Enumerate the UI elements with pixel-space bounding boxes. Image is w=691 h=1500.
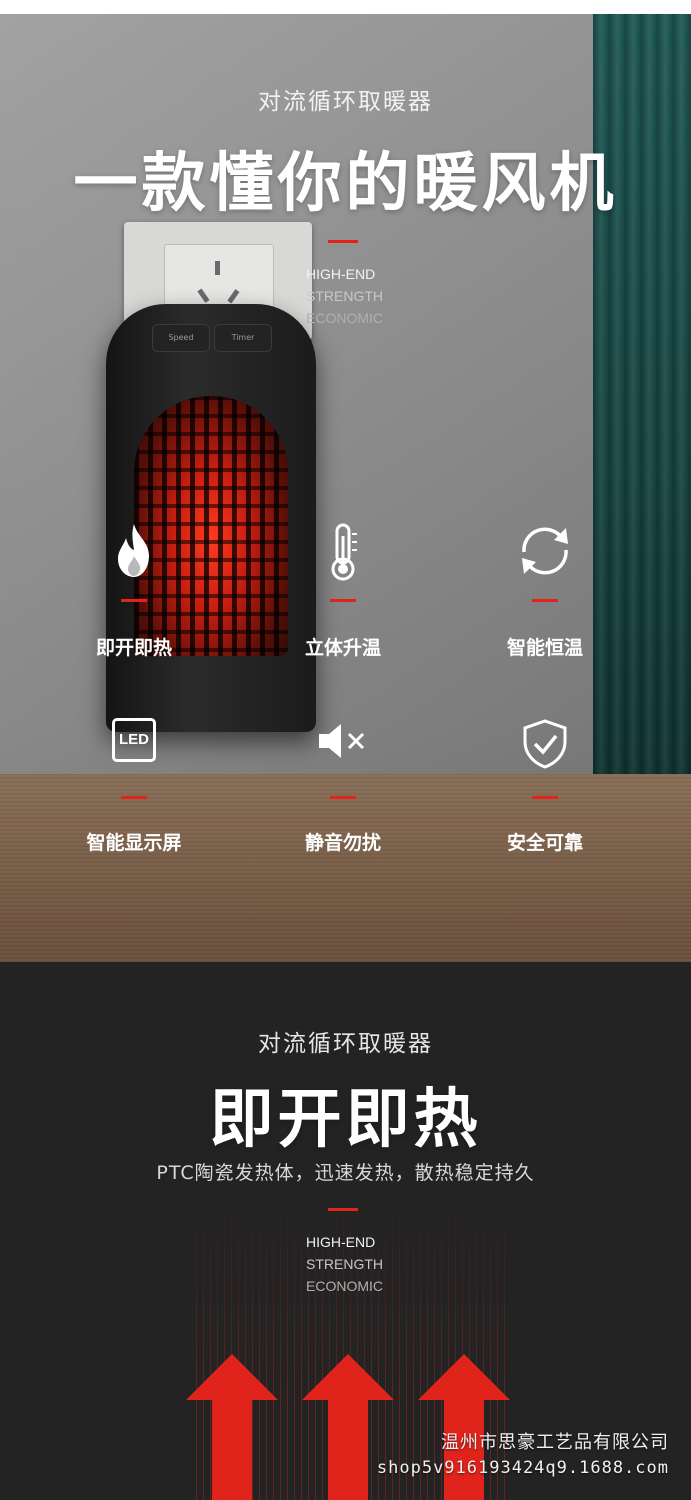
section2-description: PTC陶瓷发热体，迅速发热，散热稳定持久: [156, 1162, 535, 1184]
feature-label: 安全可靠: [506, 832, 583, 854]
english-line-3: ECONOMIC: [306, 310, 383, 326]
english-line-2: STRENGTH: [306, 1256, 383, 1272]
section2-title: 即开即热: [209, 1083, 482, 1157]
feature-instant-heat: 即开即热: [54, 522, 214, 682]
english-line-2: STRENGTH: [306, 288, 383, 304]
speed-button: Speed: [152, 324, 210, 352]
accent-bar: [328, 1208, 358, 1211]
up-arrow-icon: [418, 1354, 510, 1500]
english-line-1: HIGH-END: [306, 1234, 376, 1250]
cycle-arrows-icon: [522, 527, 568, 575]
feature-label: 智能恒温: [506, 637, 583, 659]
up-arrow-icon: [302, 1354, 394, 1500]
accent-bar: [328, 240, 358, 243]
mute-speaker-icon: [319, 724, 365, 758]
feature-accent-bar: [532, 796, 558, 799]
english-line-3: ECONOMIC: [306, 1278, 383, 1294]
feature-3d-warming: 立体升温: [263, 522, 423, 682]
led-display-icon: LED: [112, 718, 156, 762]
timer-button: Timer: [214, 324, 272, 352]
feature-label: 智能显示屏: [86, 832, 182, 854]
hero-section: Speed Timer 对流循环取暖器 一款懂你的暖风机 HIGH-END ST…: [0, 14, 691, 962]
feature-accent-bar: [121, 796, 147, 799]
heater-button-row: Speed Timer: [152, 324, 272, 354]
feature-safe: 安全可靠: [465, 718, 625, 878]
flame-icon: [118, 524, 149, 577]
section1-subtitle: 对流循环取暖器: [258, 89, 433, 115]
thermometer-icon: [331, 523, 357, 581]
feature-accent-bar: [532, 599, 558, 602]
feature-smart-thermostat: 智能恒温: [465, 522, 625, 682]
feature-label: 立体升温: [304, 637, 381, 659]
feature-label: 静音勿扰: [304, 832, 381, 854]
watermark-company: 温州市思豪工艺品有限公司: [441, 1432, 669, 1453]
section2-subtitle: 对流循环取暖器: [258, 1031, 433, 1057]
feature-accent-bar: [330, 599, 356, 602]
feature-accent-bar: [121, 599, 147, 602]
up-arrow-icon: [186, 1354, 278, 1500]
watermark-shop-url: shop5v916193424q9.1688.com: [376, 1458, 669, 1478]
feature-silent: 静音勿扰: [263, 718, 423, 878]
feature-label: 即开即热: [95, 637, 172, 659]
section1-title: 一款懂你的暖风机: [73, 147, 618, 221]
feature-accent-bar: [330, 796, 356, 799]
instant-heat-section: 对流循环取暖器 即开即热 PTC陶瓷发热体，迅速发热，散热稳定持久 HIGH-E…: [0, 962, 691, 1500]
shield-check-icon: [523, 719, 567, 769]
feature-smart-display: LED 智能显示屏: [54, 718, 214, 878]
english-line-1: HIGH-END: [306, 266, 376, 282]
